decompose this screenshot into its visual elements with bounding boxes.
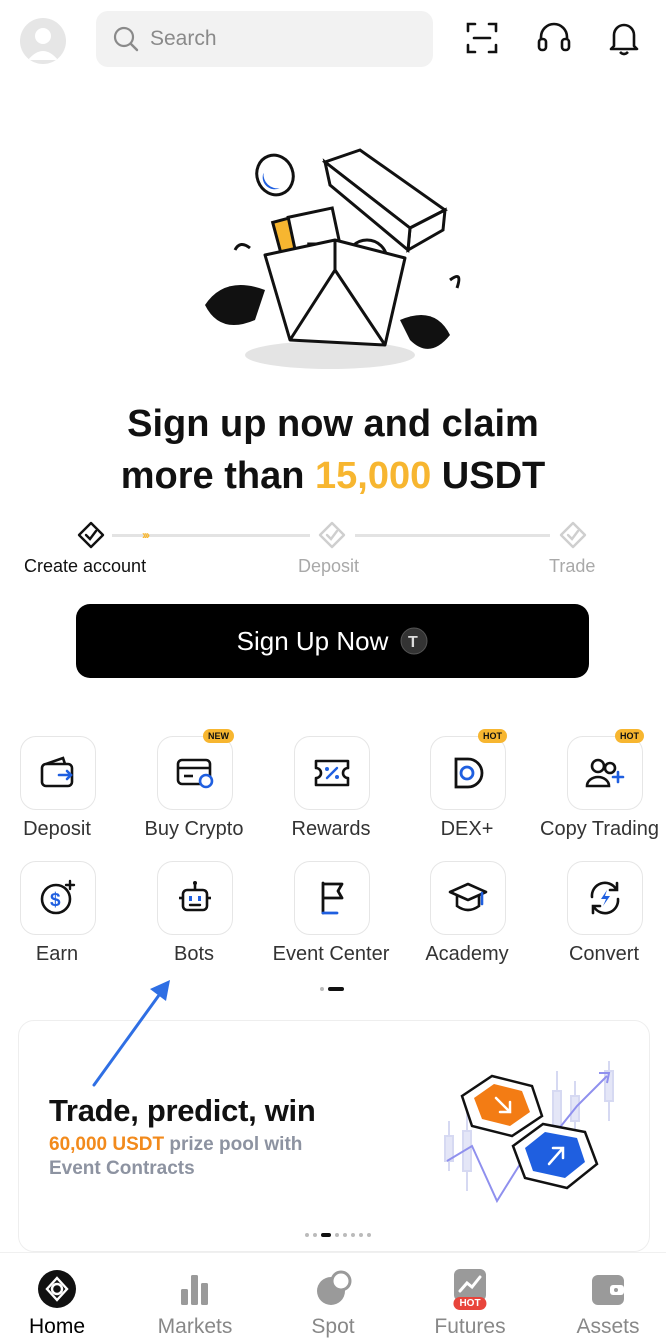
notifications-button[interactable] [604, 18, 644, 58]
shortcut-event-center[interactable] [294, 861, 370, 935]
voucher-icon [314, 759, 350, 787]
shortcut-label-earn: Earn [35, 943, 79, 965]
shortcut-copy-trading[interactable]: HOT [567, 729, 644, 810]
banner-illustration [444, 1061, 614, 1204]
shortcut-academy[interactable] [430, 861, 506, 935]
page-indicator-dot [320, 987, 324, 991]
tether-coin-icon: T [400, 627, 428, 655]
sign-up-now-label: Sign Up Now [236, 625, 389, 656]
shortcut-label-deposit: Deposit [23, 818, 91, 840]
step-label-trade: Trade [549, 556, 596, 576]
shortcut-label-event-center: Event Center [272, 943, 390, 965]
shortcut-label-rewards: Rewards [291, 818, 371, 840]
scan-icon [466, 22, 498, 54]
shortcut-label-academy: Academy [425, 943, 509, 965]
page-indicator-active [328, 987, 344, 991]
bell-icon [609, 23, 639, 56]
search-placeholder: Search [150, 27, 217, 50]
bottom-navigation: Home Markets Spot HOT Futures Assets [0, 1252, 666, 1341]
step-label-create-account: Create account [24, 556, 147, 576]
search-bar[interactable]: Search [96, 11, 433, 67]
hero-title-line2: more than 15,000 USDT [0, 450, 666, 502]
nav-markets[interactable]: Markets [140, 1253, 250, 1341]
nav-spot[interactable]: Spot [278, 1253, 388, 1341]
users-plus-icon [585, 758, 625, 788]
banner-sub-line2: Event Contracts [49, 1158, 195, 1179]
new-badge: NEW [203, 729, 234, 743]
nav-label-futures: Futures [434, 1315, 506, 1338]
nav-label-home: Home [28, 1315, 86, 1338]
flag-icon [321, 881, 344, 915]
svg-text:T: T [408, 634, 418, 651]
shortcut-bots[interactable] [157, 861, 233, 935]
nav-home[interactable]: Home [2, 1253, 112, 1341]
markets-icon [181, 1275, 208, 1305]
headset-icon [537, 22, 571, 52]
hero-title-amount: 15,000 [315, 455, 432, 497]
annotation-arrow [92, 980, 170, 1087]
svg-text:$: $ [50, 890, 61, 911]
step-deposit-icon [318, 521, 346, 549]
convert-icon [590, 881, 620, 915]
support-button[interactable] [534, 18, 574, 58]
shortcut-label-copy-trading: Copy Trading [540, 818, 659, 840]
shortcut-earn[interactable]: $ [20, 861, 96, 935]
hero-title-prefix: more than [120, 455, 315, 497]
home-icon [38, 1270, 76, 1308]
step-label-deposit: Deposit [298, 556, 360, 576]
nav-label-markets: Markets [157, 1315, 233, 1338]
step-line-2 [355, 534, 550, 537]
gift-box-illustration: T [195, 140, 475, 380]
graduation-cap-icon [448, 882, 488, 912]
step-trade-icon [559, 521, 587, 549]
hero-title-line1: Sign up now and claim [127, 403, 539, 445]
shortcut-convert[interactable] [567, 861, 643, 935]
avatar-icon [28, 28, 58, 60]
hot-badge: HOT [478, 729, 507, 743]
robot-icon [179, 881, 211, 912]
nav-label-assets: Assets [576, 1315, 640, 1338]
assets-icon [592, 1275, 624, 1305]
futures-hot-badge: HOT [453, 1297, 487, 1310]
hero-title-suffix: USDT [431, 455, 546, 497]
shortcut-label-buy-crypto: Buy Crypto [144, 818, 244, 840]
nav-assets[interactable]: Assets [553, 1253, 663, 1341]
nav-futures[interactable]: HOT Futures [415, 1253, 525, 1341]
banner-pager [305, 1233, 371, 1237]
step-progress-arrows: ››› [142, 528, 150, 542]
card-icon [176, 758, 214, 789]
step-create-account-icon [77, 521, 105, 549]
shortcut-deposit[interactable] [20, 736, 96, 810]
spot-icon [317, 1270, 352, 1305]
scan-button[interactable] [462, 18, 502, 58]
search-icon [113, 26, 139, 52]
wallet-icon [40, 756, 74, 788]
hot-badge: HOT [615, 729, 644, 743]
nav-label-spot: Spot [311, 1315, 355, 1338]
shortcut-label-dex: DEX+ [440, 818, 494, 840]
banner-sub-rest: prize pool with [164, 1134, 303, 1155]
shortcut-label-convert: Convert [568, 943, 640, 965]
shortcut-buy-crypto[interactable]: NEW [157, 729, 234, 810]
banner-title: Trade, predict, win [49, 1093, 316, 1128]
dollar-coin-icon: $ [40, 879, 76, 915]
dex-icon [454, 757, 484, 789]
shortcut-label-bots: Bots [173, 943, 215, 965]
hero-title: Sign up now and claim more than 15,000 U… [0, 398, 666, 502]
banner-prize: 60,000 USDT [49, 1134, 165, 1155]
sign-up-now-button[interactable]: Sign Up Now T [76, 604, 589, 678]
shortcut-rewards[interactable] [294, 736, 370, 810]
banner-subtitle: 60,000 USDT prize pool with Event Contra… [49, 1133, 302, 1181]
shortcut-dex[interactable]: HOT [430, 729, 507, 810]
avatar[interactable] [20, 18, 66, 64]
